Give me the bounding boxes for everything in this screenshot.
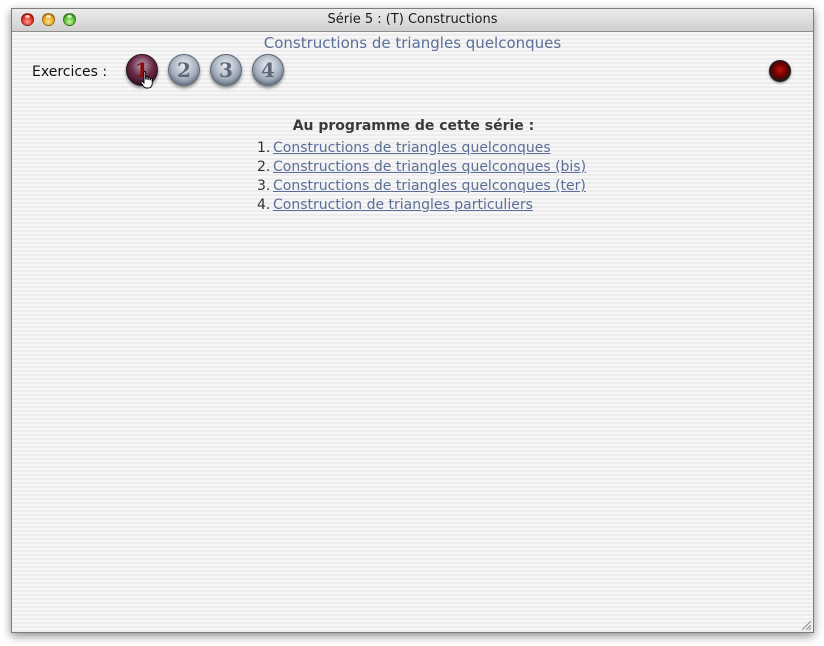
list-item: 1. Constructions de triangles quelconques [257,139,586,158]
exercise-button-3[interactable]: 3 [210,54,242,86]
exercise-button-4[interactable]: 4 [252,54,284,86]
app-window: Série 5 : (T) Constructions Construction… [11,8,814,633]
exercise-button-1[interactable]: 1 [126,54,158,86]
title-bar[interactable]: Série 5 : (T) Constructions [12,9,813,32]
stop-button[interactable] [769,60,791,82]
list-item-number: 3. [257,178,271,194]
page-heading: Constructions de triangles quelconques [263,34,562,52]
programme-link-4[interactable]: Construction de triangles particuliers [273,197,533,213]
exercise-button-2[interactable]: 2 [168,54,200,86]
programme-link-3[interactable]: Constructions de triangles quelconques (… [273,178,586,194]
programme-link-2[interactable]: Constructions de triangles quelconques (… [273,159,586,175]
programme-list: 1. Constructions de triangles quelconques… [257,139,586,215]
list-item: 2. Constructions de triangles quelconques… [257,158,586,177]
exercices-label: Exercices : [32,64,108,80]
window-title: Série 5 : (T) Constructions [327,12,498,27]
list-item: 4. Construction de triangles particuliers [257,196,586,215]
programme-title: Au programme de cette série : [292,118,535,134]
list-item-number: 4. [257,197,271,213]
programme-link-1[interactable]: Constructions de triangles quelconques [273,140,551,156]
list-item-number: 2. [257,159,271,175]
programme-section: Au programme de cette série : 1. Construc… [12,118,813,213]
content-area: Constructions de triangles quelconques E… [12,32,813,632]
list-item: 3. Constructions de triangles quelconques… [257,177,586,196]
list-item-number: 1. [257,140,271,156]
resize-grip-icon[interactable] [800,619,812,631]
